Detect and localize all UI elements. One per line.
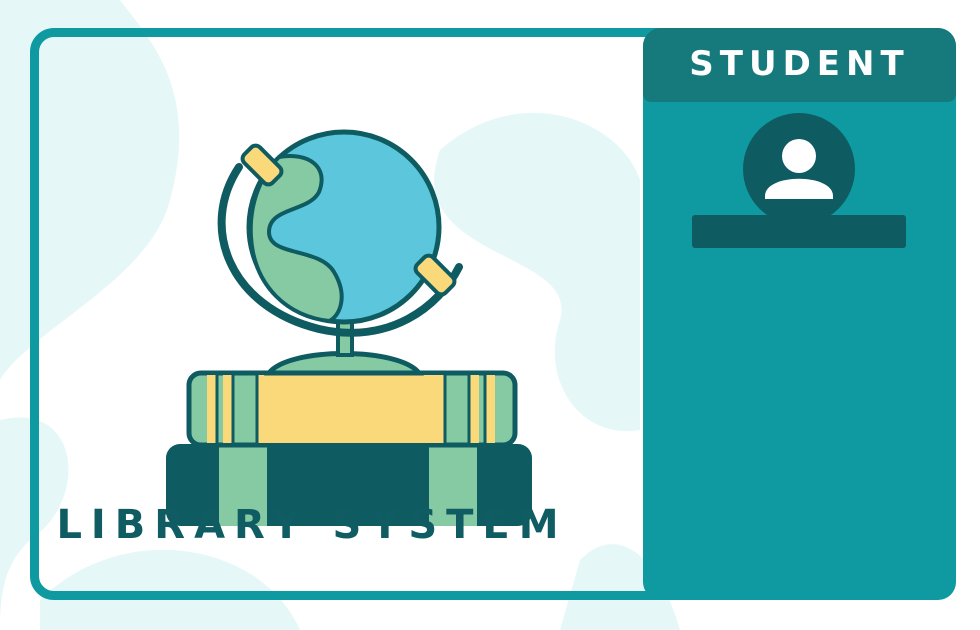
user-avatar-icon (743, 113, 855, 225)
student-panel: STUDENT (643, 28, 956, 600)
globe (246, 129, 442, 325)
student-panel-header: STUDENT (643, 28, 956, 102)
student-panel-title: STUDENT (689, 44, 910, 84)
brand-title: LIBRARY SYSTEM (56, 502, 568, 548)
book-top (186, 370, 518, 448)
student-name-placeholder-bar (692, 215, 906, 248)
globe-on-books-illustration (166, 129, 532, 526)
